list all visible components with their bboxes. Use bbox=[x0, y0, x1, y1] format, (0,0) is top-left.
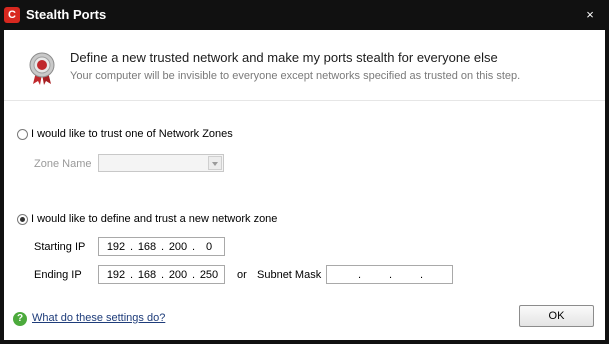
trust-zone-radio-label[interactable]: I would like to trust one of Network Zon… bbox=[31, 128, 233, 140]
subnet-mask-field[interactable]: . . . bbox=[326, 265, 453, 284]
ip-octet[interactable]: 168 bbox=[135, 269, 159, 281]
ip-octet[interactable]: 168 bbox=[135, 241, 159, 253]
ok-button[interactable]: OK bbox=[519, 305, 594, 327]
new-zone-radio-label[interactable]: I would like to define and trust a new n… bbox=[31, 213, 277, 225]
dialog-body: Define a new trusted network and make my… bbox=[4, 30, 605, 340]
zone-name-dropdown[interactable] bbox=[98, 154, 224, 172]
help-link[interactable]: What do these settings do? bbox=[32, 312, 165, 324]
ip-octet[interactable]: 200 bbox=[166, 241, 190, 253]
header-divider bbox=[4, 100, 605, 101]
ip-octet[interactable]: 0 bbox=[197, 241, 221, 253]
ending-ip-field[interactable]: 192. 168. 200. 250 bbox=[98, 265, 225, 284]
starting-ip-field[interactable]: 192. 168. 200. 0 bbox=[98, 237, 225, 256]
shield-ribbon-icon bbox=[29, 52, 55, 85]
comodo-logo-icon: C bbox=[4, 7, 20, 23]
title-bar: C Stealth Ports × bbox=[0, 0, 609, 30]
ip-octet[interactable]: 192 bbox=[104, 241, 128, 253]
zone-name-label: Zone Name bbox=[34, 158, 92, 170]
header-title: Define a new trusted network and make my… bbox=[70, 50, 498, 65]
ip-octet[interactable]: 200 bbox=[166, 269, 190, 281]
window-title: Stealth Ports bbox=[26, 7, 107, 22]
ending-ip-label: Ending IP bbox=[34, 269, 82, 281]
or-label: or bbox=[237, 269, 247, 281]
header-subtitle: Your computer will be invisible to every… bbox=[70, 70, 521, 82]
ip-octet[interactable]: 192 bbox=[104, 269, 128, 281]
help-icon[interactable]: ? bbox=[13, 312, 27, 326]
close-button[interactable]: × bbox=[581, 6, 599, 24]
chevron-down-icon[interactable] bbox=[208, 156, 222, 170]
starting-ip-label: Starting IP bbox=[34, 241, 86, 253]
stealth-ports-window: C Stealth Ports × Define a new trusted n… bbox=[0, 0, 609, 344]
subnet-mask-label: Subnet Mask bbox=[257, 269, 322, 281]
new-zone-radio[interactable] bbox=[17, 214, 28, 225]
ip-octet[interactable]: 250 bbox=[197, 269, 221, 281]
dialog-header: Define a new trusted network and make my… bbox=[4, 30, 605, 96]
trust-zone-radio[interactable] bbox=[17, 129, 28, 140]
